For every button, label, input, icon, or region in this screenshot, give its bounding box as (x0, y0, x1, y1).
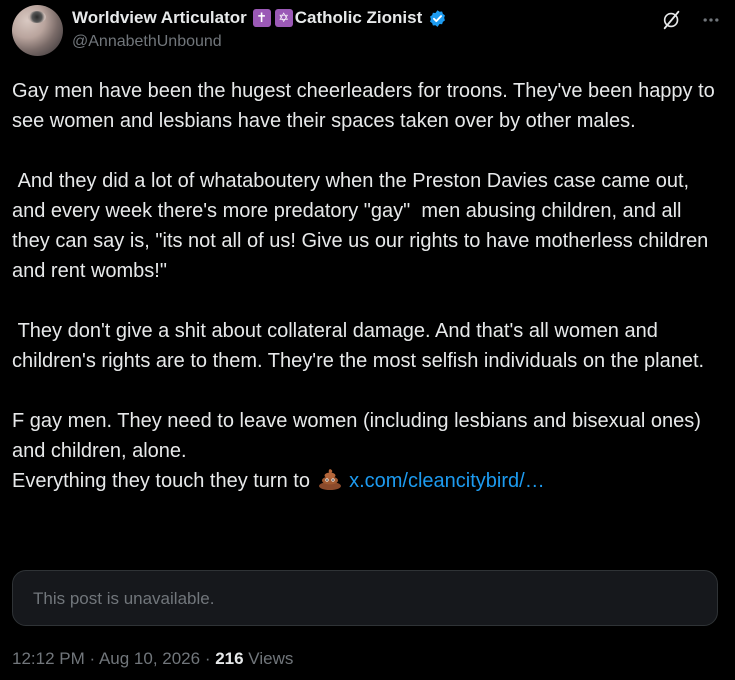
post-date[interactable]: Aug 10, 2026 (99, 649, 200, 668)
unavailable-message: This post is unavailable. (33, 589, 215, 608)
grok-icon[interactable] (661, 9, 683, 31)
avatar[interactable] (12, 5, 63, 56)
avatar-image-detail (28, 11, 46, 23)
author-handle[interactable]: @AnnabethUnbound (72, 33, 222, 51)
author-name-suffix[interactable]: Catholic Zionist (295, 8, 423, 28)
views-count: 216 (215, 649, 244, 668)
more-options-icon[interactable] (701, 10, 721, 30)
verified-badge-icon[interactable] (428, 9, 447, 28)
views-label: Views (243, 649, 294, 668)
meta-separator: · (200, 649, 216, 668)
post-text: Gay men have been the hugest cheerleader… (12, 76, 724, 496)
post-metadata: 12:12 PM · Aug 10, 2026 · 216 Views (12, 649, 293, 669)
post-link[interactable]: x.com/cleancitybird/… (349, 470, 545, 492)
post-body: Gay men have been the hugest cheerleader… (12, 80, 715, 492)
meta-separator: · (84, 649, 99, 668)
post-header-actions (661, 9, 721, 31)
star-of-david-emoji-icon: ✡ (274, 9, 293, 27)
latin-cross-emoji-icon: ✝ (252, 9, 271, 27)
author-name-row[interactable]: Worldview Articulator ✝ ✡ Catholic Zioni… (72, 8, 447, 28)
author-display-name[interactable]: Worldview Articulator (72, 8, 247, 28)
post-time[interactable]: 12:12 PM (12, 649, 85, 668)
pile-of-poo-emoji-icon (318, 469, 341, 490)
quoted-post-unavailable[interactable]: This post is unavailable. (12, 570, 718, 626)
